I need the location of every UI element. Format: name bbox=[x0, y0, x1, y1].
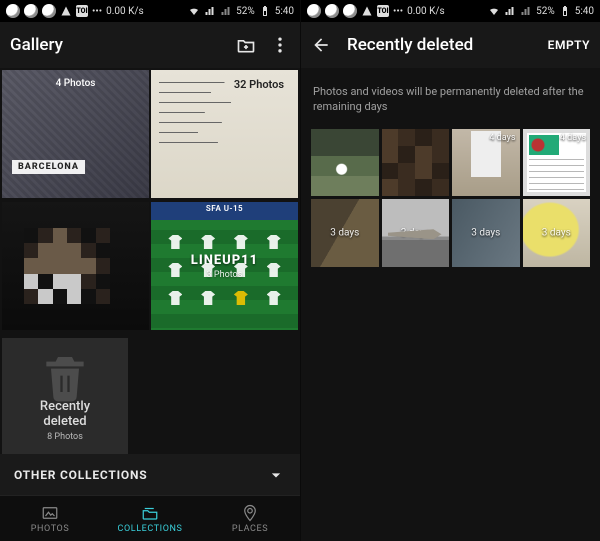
deleted-thumb[interactable]: 4 days bbox=[452, 129, 520, 197]
battery-percent: 52% bbox=[536, 6, 555, 17]
battery-icon bbox=[259, 5, 271, 17]
nav-photos[interactable]: PHOTOS bbox=[0, 496, 100, 541]
triangle-icon bbox=[60, 5, 72, 17]
album-recently-deleted[interactable]: Recently deleted 8 Photos bbox=[2, 338, 128, 454]
signal-icon bbox=[204, 5, 216, 17]
album-count: 32 Photos bbox=[234, 78, 284, 91]
nav-label: PHOTOS bbox=[31, 524, 70, 534]
field-banner: SFA U-15 bbox=[151, 204, 298, 213]
more-notifications-icon: ••• bbox=[92, 6, 102, 17]
days-label: 3 days bbox=[471, 228, 500, 239]
more-vert-icon[interactable] bbox=[270, 35, 290, 55]
album-count: 3 Photos bbox=[207, 270, 243, 280]
nav-label: COLLECTIONS bbox=[118, 524, 183, 534]
nav-collections[interactable]: COLLECTIONS bbox=[100, 496, 200, 541]
nav-label: PLACES bbox=[232, 524, 268, 534]
info-text: Photos and videos will be permanently de… bbox=[311, 78, 590, 129]
signal-icon bbox=[220, 5, 232, 17]
wifi-icon bbox=[188, 5, 200, 17]
status-bar: TOI ••• 0.00 K/s 52% 5:40 bbox=[0, 0, 300, 22]
places-icon bbox=[241, 504, 259, 522]
other-collections-expander[interactable]: OTHER COLLECTIONS bbox=[0, 454, 300, 495]
days-label: 3 days bbox=[401, 228, 430, 239]
battery-icon bbox=[559, 5, 571, 17]
soccer-ball-icon bbox=[325, 4, 339, 18]
signal-icon bbox=[504, 5, 516, 17]
page-title: Recently deleted bbox=[347, 35, 473, 55]
net-speed: 0.00 K/s bbox=[106, 6, 144, 17]
album-count: 4 Photos bbox=[56, 78, 96, 89]
deleted-thumb[interactable] bbox=[382, 129, 450, 197]
days-label: 3 days bbox=[542, 228, 571, 239]
add-to-album-icon[interactable] bbox=[236, 35, 256, 55]
net-speed: 0.00 K/s bbox=[407, 6, 445, 17]
soccer-ball-icon bbox=[343, 4, 357, 18]
collections-icon bbox=[141, 504, 159, 522]
nav-places[interactable]: PLACES bbox=[200, 496, 300, 541]
soccer-ball-icon bbox=[42, 4, 56, 18]
bottom-nav: PHOTOS COLLECTIONS PLACES bbox=[0, 495, 300, 541]
right-screen: TOI ••• 0.00 K/s 52% 5:40 bbox=[300, 0, 600, 541]
clock: 5:40 bbox=[575, 6, 594, 17]
soccer-ball-icon bbox=[6, 4, 20, 18]
album-pixelated[interactable] bbox=[2, 202, 149, 330]
gallery-appbar: Gallery bbox=[0, 22, 300, 68]
soccer-ball-icon bbox=[307, 4, 321, 18]
wifi-icon bbox=[488, 5, 500, 17]
left-screen: TOI ••• 0.00 K/s 52% 5:40 bbox=[0, 0, 300, 541]
deleted-grid: 4 days 4 days 3 days 3 days 3 days 3 day… bbox=[311, 129, 590, 267]
trash-icon bbox=[37, 350, 93, 406]
other-collections-label: OTHER COLLECTIONS bbox=[14, 468, 147, 482]
chevron-down-icon bbox=[266, 465, 286, 485]
album-count: 8 Photos bbox=[47, 432, 83, 442]
recently-deleted-appbar: Recently deleted EMPTY bbox=[301, 22, 600, 68]
deleted-thumb[interactable]: 3 days bbox=[452, 199, 520, 267]
signal-icon bbox=[520, 5, 532, 17]
clock: 5:40 bbox=[275, 6, 294, 17]
deleted-thumb[interactable]: 3 days bbox=[311, 199, 379, 267]
album-barcelona[interactable]: 4 Photos BARCELONA bbox=[2, 70, 149, 198]
page-title: Gallery bbox=[10, 35, 63, 55]
days-label: 4 days bbox=[489, 133, 515, 143]
back-arrow-icon[interactable] bbox=[311, 35, 331, 55]
album-32-photos[interactable]: 32 Photos bbox=[151, 70, 298, 198]
pixelated-image bbox=[24, 228, 110, 304]
empty-button[interactable]: EMPTY bbox=[548, 38, 590, 52]
status-bar: TOI ••• 0.00 K/s 52% 5:40 bbox=[301, 0, 600, 22]
triangle-icon bbox=[361, 5, 373, 17]
photos-icon bbox=[41, 504, 59, 522]
soccer-ball-icon bbox=[24, 4, 38, 18]
album-label: BARCELONA bbox=[12, 160, 85, 174]
more-notifications-icon: ••• bbox=[393, 6, 403, 17]
deleted-thumb[interactable]: 3 days bbox=[382, 199, 450, 267]
deleted-thumb[interactable] bbox=[311, 129, 379, 197]
app-badge-icon: TOI bbox=[76, 5, 88, 17]
deleted-thumb[interactable]: 4 days bbox=[523, 129, 591, 197]
album-lineup11[interactable]: SFA U-15 LINEUP11 3 Photos bbox=[151, 202, 298, 330]
battery-percent: 52% bbox=[236, 6, 255, 17]
days-label: 3 days bbox=[330, 228, 359, 239]
deleted-thumb[interactable]: 3 days bbox=[523, 199, 591, 267]
days-label: 4 days bbox=[560, 133, 586, 143]
app-badge-icon: TOI bbox=[377, 5, 389, 17]
